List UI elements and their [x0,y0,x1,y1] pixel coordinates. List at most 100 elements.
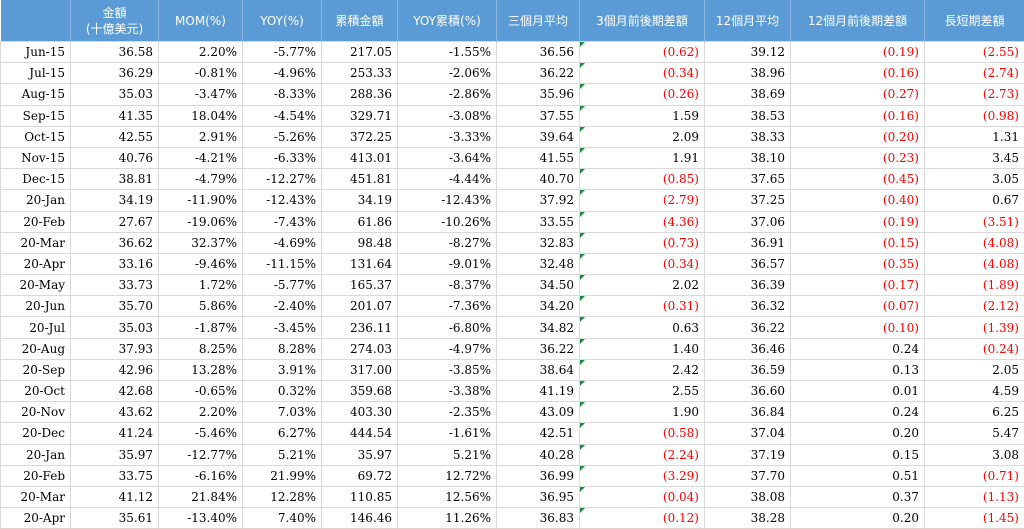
table-cell: (0.17) [791,275,925,296]
table-row: Jul-1536.29-0.81%-4.96%253.33-2.06%36.22… [1,63,1024,84]
table-cell: 18.04% [159,105,243,126]
table-cell: 8.25% [159,338,243,359]
table-row: 20-Feb27.67-19.06%-7.43%61.86-10.26%33.5… [1,211,1024,232]
table-cell: 5.21% [398,444,497,465]
table-cell: 1.59 [580,105,705,126]
table-cell: 38.81 [71,169,159,190]
table-cell: 38.10 [705,147,791,168]
table-cell: 13.28% [159,359,243,380]
table-cell: 236.11 [322,317,398,338]
table-cell: -6.33% [243,147,322,168]
table-cell: 2.02 [580,275,705,296]
table-cell: -6.80% [398,317,497,338]
table-cell: 329.71 [322,105,398,126]
table-cell: 36.22 [497,338,580,359]
table-row: Jun-1536.582.20%-5.77%217.05-1.55%36.56(… [1,42,1024,63]
table-cell: -7.36% [398,296,497,317]
table-cell: 3.08 [925,444,1024,465]
table-cell: 21.84% [159,486,243,507]
table-cell: 34.19 [71,190,159,211]
table-cell: -4.44% [398,169,497,190]
table-cell: (4.08) [925,253,1024,274]
table-cell: 1.72% [159,275,243,296]
table-row: 20-Mar36.6232.37%-4.69%98.48-8.27%32.83(… [1,232,1024,253]
column-header: MOM(%) [159,0,243,42]
table-cell: -9.46% [159,253,243,274]
table-cell: -4.96% [243,63,322,84]
table-cell: 40.70 [497,169,580,190]
table-cell: (2.79) [580,190,705,211]
table-cell: 201.07 [322,296,398,317]
table-cell: -13.40% [159,508,243,529]
table-row: 20-Jan34.19-11.90%-12.43%34.19-12.43%37.… [1,190,1024,211]
table-cell: 33.73 [71,275,159,296]
table-cell: 11.26% [398,508,497,529]
table-cell: -0.81% [159,63,243,84]
table-cell: 7.40% [243,508,322,529]
table-cell: 0.63 [580,317,705,338]
table-cell: (0.19) [791,42,925,63]
table-cell: (0.58) [580,423,705,444]
table-cell: 36.56 [497,42,580,63]
table-cell: 288.36 [322,84,398,105]
table-cell: 34.82 [497,317,580,338]
table-cell: (1.45) [925,508,1024,529]
table-cell: 35.96 [497,84,580,105]
data-table: 金額(十億美元)MOM(%)YOY(%)累積金額YOY累積(%)三個月平均3個月… [0,0,1024,529]
table-cell: 32.83 [497,232,580,253]
column-header: 累積金額 [322,0,398,42]
table-cell: 61.86 [322,211,398,232]
table-cell: -2.35% [398,402,497,423]
table-row: 20-Jan35.97-12.77%5.21%35.975.21%40.28(2… [1,444,1024,465]
table-cell: (2.73) [925,84,1024,105]
table-cell: (0.16) [791,105,925,126]
row-date-cell: 20-Feb [1,211,71,232]
table-cell: 12.28% [243,486,322,507]
table-cell: 12.56% [398,486,497,507]
table-cell: 36.62 [71,232,159,253]
table-cell: 444.54 [322,423,398,444]
table-cell: 3.45 [925,147,1024,168]
table-cell: (2.55) [925,42,1024,63]
table-cell: 146.46 [322,508,398,529]
table-cell: 36.46 [705,338,791,359]
table-cell: 0.67 [925,190,1024,211]
table-cell: 38.33 [705,126,791,147]
table-cell: (3.51) [925,211,1024,232]
table-row: 20-Oct42.68-0.65%0.32%359.68-3.38%41.192… [1,381,1024,402]
table-row: 20-Jul35.03-1.87%-3.45%236.11-6.80%34.82… [1,317,1024,338]
table-cell: 38.28 [705,508,791,529]
table-cell: 217.05 [322,42,398,63]
table-cell: 37.04 [705,423,791,444]
table-cell: (0.16) [791,63,925,84]
row-date-cell: 20-Feb [1,465,71,486]
table-cell: 43.62 [71,402,159,423]
table-cell: 1.40 [580,338,705,359]
table-cell: -4.79% [159,169,243,190]
table-cell: -3.38% [398,381,497,402]
table-cell: (0.20) [791,126,925,147]
table-cell: 6.25 [925,402,1024,423]
row-date-cell: 20-May [1,275,71,296]
table-cell: (1.39) [925,317,1024,338]
table-row: 20-May33.731.72%-5.77%165.37-8.37%34.502… [1,275,1024,296]
table-cell: 36.57 [705,253,791,274]
table-cell: 2.20% [159,42,243,63]
table-cell: 372.25 [322,126,398,147]
table-cell: 37.55 [497,105,580,126]
row-date-cell: Jul-15 [1,63,71,84]
table-cell: 253.33 [322,63,398,84]
table-cell: (0.34) [580,63,705,84]
table-cell: 5.21% [243,444,322,465]
row-date-cell: 20-Jul [1,317,71,338]
table-cell: 41.35 [71,105,159,126]
table-cell: -11.90% [159,190,243,211]
table-cell: 0.24 [791,338,925,359]
table-cell: -12.43% [243,190,322,211]
table-cell: -12.27% [243,169,322,190]
column-header: 3個月前後期差額 [580,0,705,42]
table-cell: (0.15) [791,232,925,253]
table-cell: 37.25 [705,190,791,211]
table-cell: (1.13) [925,486,1024,507]
table-cell: 8.28% [243,338,322,359]
